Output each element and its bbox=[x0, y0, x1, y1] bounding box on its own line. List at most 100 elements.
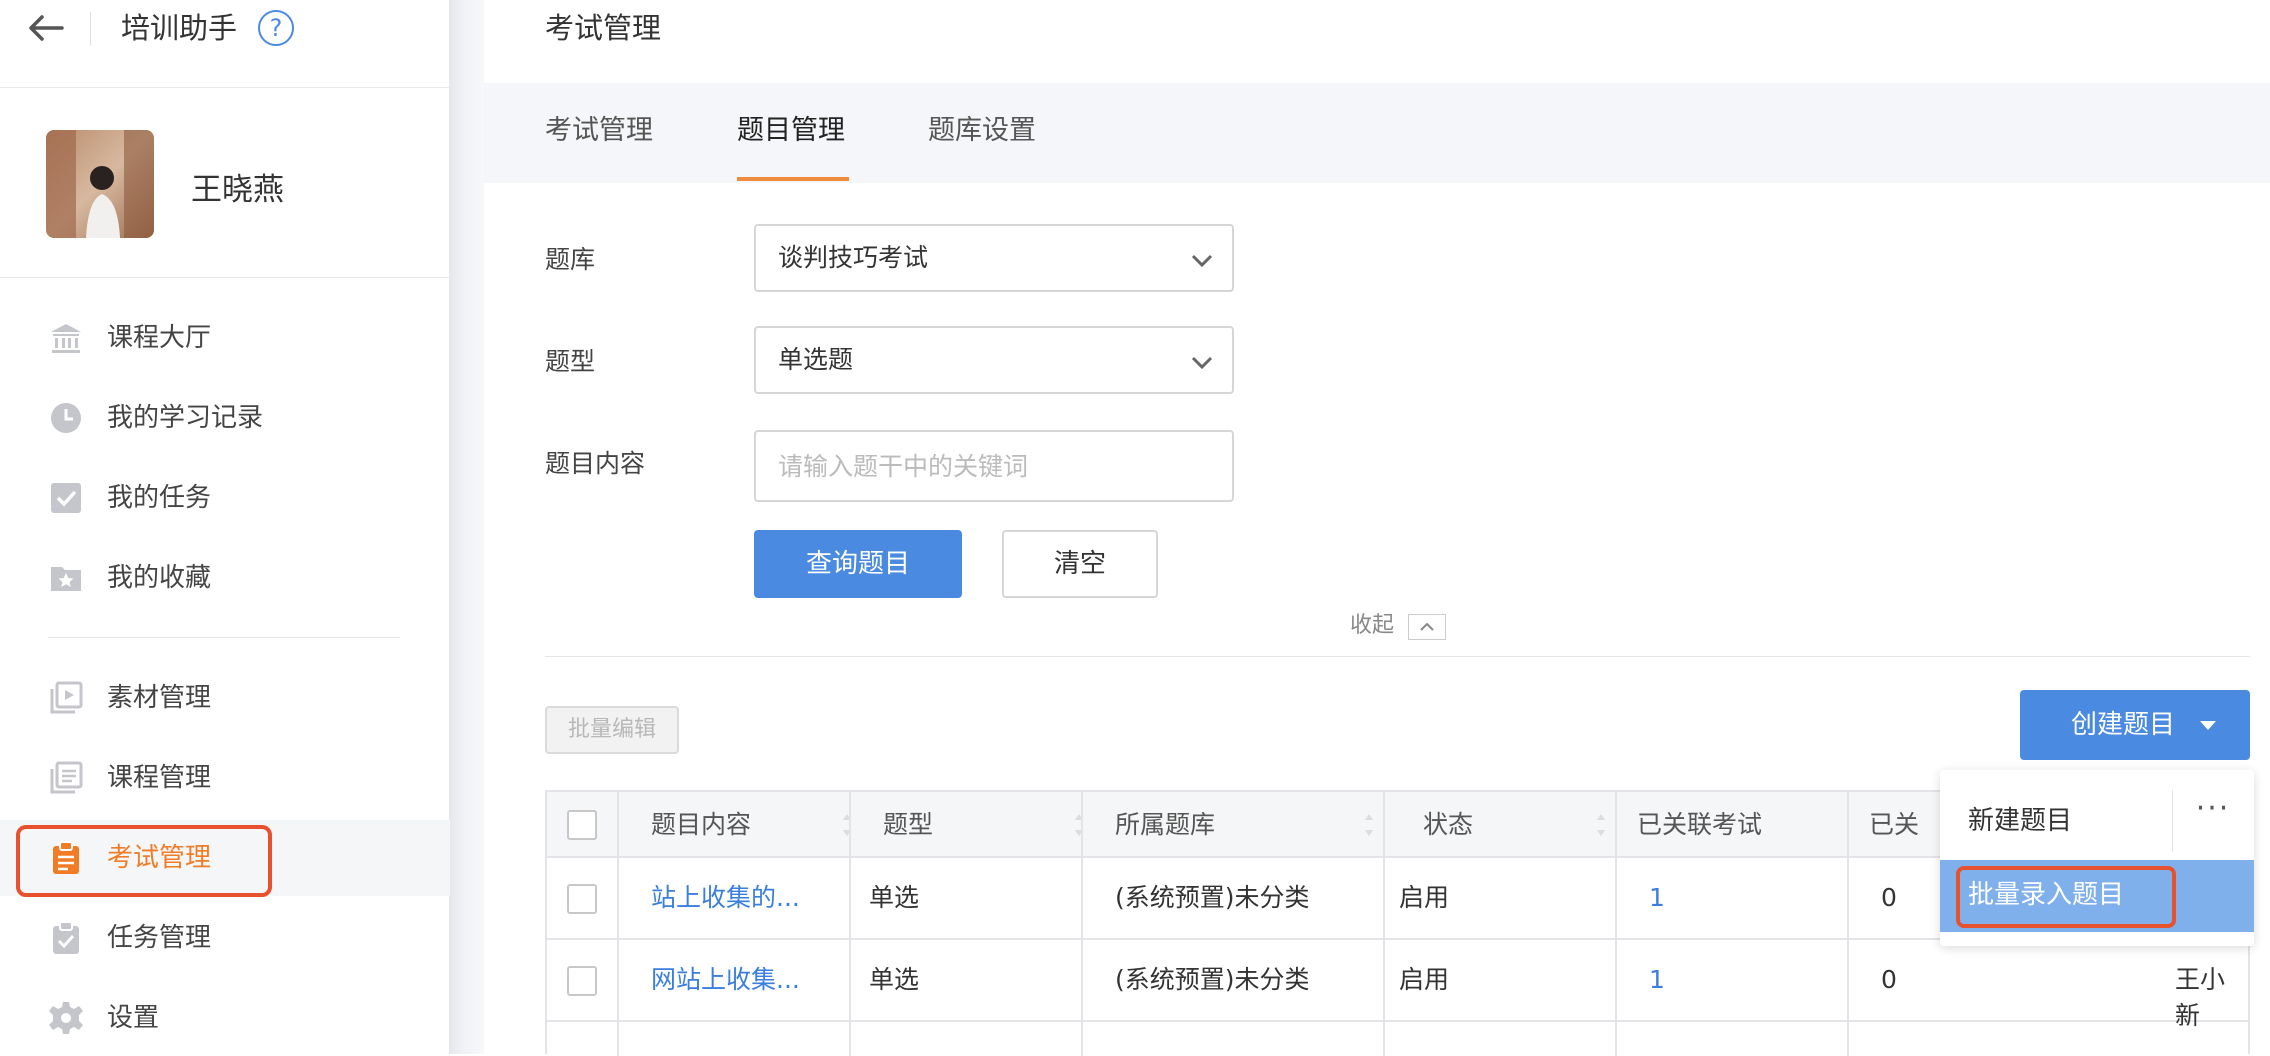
sidebar-gutter bbox=[450, 0, 484, 1054]
sidebar-item-settings[interactable]: 设置 bbox=[0, 980, 450, 1056]
row-checkbox[interactable] bbox=[567, 884, 597, 914]
column-divider bbox=[849, 792, 851, 1056]
column-divider bbox=[1383, 792, 1385, 1056]
media-icon bbox=[48, 680, 84, 716]
bank-label: 题库 bbox=[545, 245, 596, 274]
row-checkbox[interactable] bbox=[567, 966, 597, 996]
menu-divider bbox=[2172, 790, 2173, 852]
bank-select[interactable]: 谈判技巧考试 bbox=[754, 224, 1234, 292]
sort-icon[interactable] bbox=[1597, 814, 1605, 836]
table-row: 网站上收集... 单选 (系统预置)未分类 启用 1 0 王小新 bbox=[547, 940, 2248, 1030]
page-title: 考试管理 bbox=[545, 11, 662, 45]
sidebar-item-label: 课程管理 bbox=[107, 763, 212, 793]
caret-down-icon bbox=[2200, 721, 2216, 730]
question-status: 启用 bbox=[1399, 965, 1450, 994]
collapse-link[interactable]: 收起 bbox=[1350, 610, 1394, 642]
clock-icon bbox=[48, 400, 84, 436]
sidebar: 培训助手 ? 王晓燕 课程大厅 我的学习记录 我的任务 我的收藏 素材管理 课程… bbox=[0, 0, 450, 1054]
topbar-divider bbox=[90, 12, 91, 46]
help-icon[interactable]: ? bbox=[258, 10, 294, 46]
question-type: 单选 bbox=[869, 883, 920, 912]
tab-bar: 考试管理 题目管理 题库设置 bbox=[484, 83, 2270, 183]
search-button[interactable]: 查询题目 bbox=[754, 530, 962, 598]
type-select[interactable]: 单选题 bbox=[754, 326, 1234, 394]
column-divider bbox=[1615, 792, 1617, 1056]
nav-divider bbox=[48, 637, 400, 638]
course-icon bbox=[48, 760, 84, 796]
sidebar-item-label: 我的收藏 bbox=[107, 563, 212, 593]
create-question-button[interactable]: 创建题目 bbox=[2020, 690, 2250, 760]
gear-icon bbox=[48, 1000, 84, 1036]
chevron-up-icon[interactable] bbox=[1408, 614, 1446, 640]
sidebar-topbar: 培训助手 ? bbox=[0, 0, 450, 88]
question-bank: (系统预置)未分类 bbox=[1115, 883, 1310, 912]
main-content: 考试管理 考试管理 题目管理 题库设置 题库 谈判技巧考试 题型 单选题 题目内… bbox=[484, 0, 2270, 1056]
sidebar-item-course-hall[interactable]: 课程大厅 bbox=[0, 300, 450, 376]
batch-edit-button[interactable]: 批量编辑 bbox=[545, 706, 679, 754]
linked-exams-link[interactable]: 1 bbox=[1649, 880, 1665, 916]
sidebar-item-exam-management[interactable]: 考试管理 bbox=[0, 820, 450, 896]
menu-item-label: 批量录入题目 bbox=[1968, 880, 2125, 910]
column-divider bbox=[1847, 792, 1849, 1056]
sidebar-item-label: 任务管理 bbox=[107, 923, 212, 953]
content-search-input[interactable] bbox=[754, 430, 1234, 502]
create-question-label: 创建题目 bbox=[2071, 710, 2176, 740]
clear-button[interactable]: 清空 bbox=[1002, 530, 1158, 598]
sidebar-item-label: 设置 bbox=[107, 1003, 160, 1033]
column-divider bbox=[617, 792, 619, 1056]
sidebar-item-material-management[interactable]: 素材管理 bbox=[0, 660, 450, 736]
create-question-menu: 新建题目 ··· 批量录入题目 bbox=[1940, 770, 2254, 946]
active-tab-indicator bbox=[737, 177, 849, 181]
type-label: 题型 bbox=[545, 347, 596, 376]
user-profile: 王晓燕 bbox=[0, 88, 450, 278]
column-divider bbox=[1081, 792, 1083, 1056]
sidebar-item-course-management[interactable]: 课程管理 bbox=[0, 740, 450, 816]
sidebar-item-my-tasks[interactable]: 我的任务 bbox=[0, 460, 450, 536]
sidebar-item-learning-record[interactable]: 我的学习记录 bbox=[0, 380, 450, 456]
question-status: 启用 bbox=[1399, 883, 1450, 912]
sidebar-item-label: 课程大厅 bbox=[107, 323, 212, 353]
chevron-down-icon bbox=[1190, 350, 1214, 374]
header-status[interactable]: 状态 bbox=[1423, 808, 1473, 842]
sidebar-item-label: 素材管理 bbox=[107, 683, 212, 713]
tab-question-management[interactable]: 题目管理 bbox=[737, 111, 845, 151]
sidebar-item-task-management[interactable]: 任务管理 bbox=[0, 900, 450, 976]
check-square-icon bbox=[48, 480, 84, 516]
sidebar-item-favorites[interactable]: 我的收藏 bbox=[0, 540, 450, 616]
content-label: 题目内容 bbox=[545, 449, 646, 478]
section-divider bbox=[545, 656, 2250, 657]
header-bank[interactable]: 所属题库 bbox=[1115, 808, 1215, 842]
header-linked-exams[interactable]: 已关联考试 bbox=[1637, 808, 1762, 842]
bank-icon bbox=[48, 320, 84, 356]
bank-select-value: 谈判技巧考试 bbox=[778, 243, 929, 272]
sidebar-item-label: 我的学习记录 bbox=[107, 403, 264, 433]
task-clipboard-icon bbox=[48, 920, 84, 956]
sidebar-item-label: 我的任务 bbox=[107, 483, 212, 513]
menu-item-label: 新建题目 bbox=[1968, 806, 2073, 836]
question-type: 单选 bbox=[869, 965, 920, 994]
tab-bank-settings[interactable]: 题库设置 bbox=[928, 111, 1036, 151]
clipboard-icon bbox=[48, 840, 84, 876]
creator-name: 王小新 bbox=[2175, 965, 2226, 1030]
header-linked-other[interactable]: 已关 bbox=[1869, 808, 1919, 842]
tab-exam-management[interactable]: 考试管理 bbox=[545, 111, 653, 151]
linked-other-count: 0 bbox=[1881, 965, 1897, 994]
select-all-checkbox[interactable] bbox=[567, 810, 597, 840]
linked-other-count: 0 bbox=[1881, 883, 1897, 912]
type-select-value: 单选题 bbox=[778, 345, 854, 374]
menu-item-batch-import[interactable]: 批量录入题目 bbox=[1940, 860, 2254, 932]
linked-exams-link[interactable]: 1 bbox=[1649, 962, 1665, 998]
sort-icon[interactable] bbox=[1365, 814, 1373, 836]
header-type[interactable]: 题型 bbox=[883, 808, 933, 842]
question-content-link[interactable]: 站上收集的... bbox=[651, 880, 800, 916]
sidebar-item-label: 考试管理 bbox=[107, 843, 212, 873]
back-arrow-icon[interactable] bbox=[26, 12, 66, 44]
more-options-icon[interactable]: ··· bbox=[2188, 794, 2238, 834]
question-bank: (系统预置)未分类 bbox=[1115, 965, 1310, 994]
user-name: 王晓燕 bbox=[191, 172, 284, 208]
question-content-link[interactable]: 网站上收集... bbox=[651, 962, 800, 998]
avatar[interactable] bbox=[46, 130, 154, 238]
header-content[interactable]: 题目内容 bbox=[651, 808, 751, 842]
star-folder-icon bbox=[48, 560, 84, 596]
app-title: 培训助手 bbox=[121, 11, 238, 45]
